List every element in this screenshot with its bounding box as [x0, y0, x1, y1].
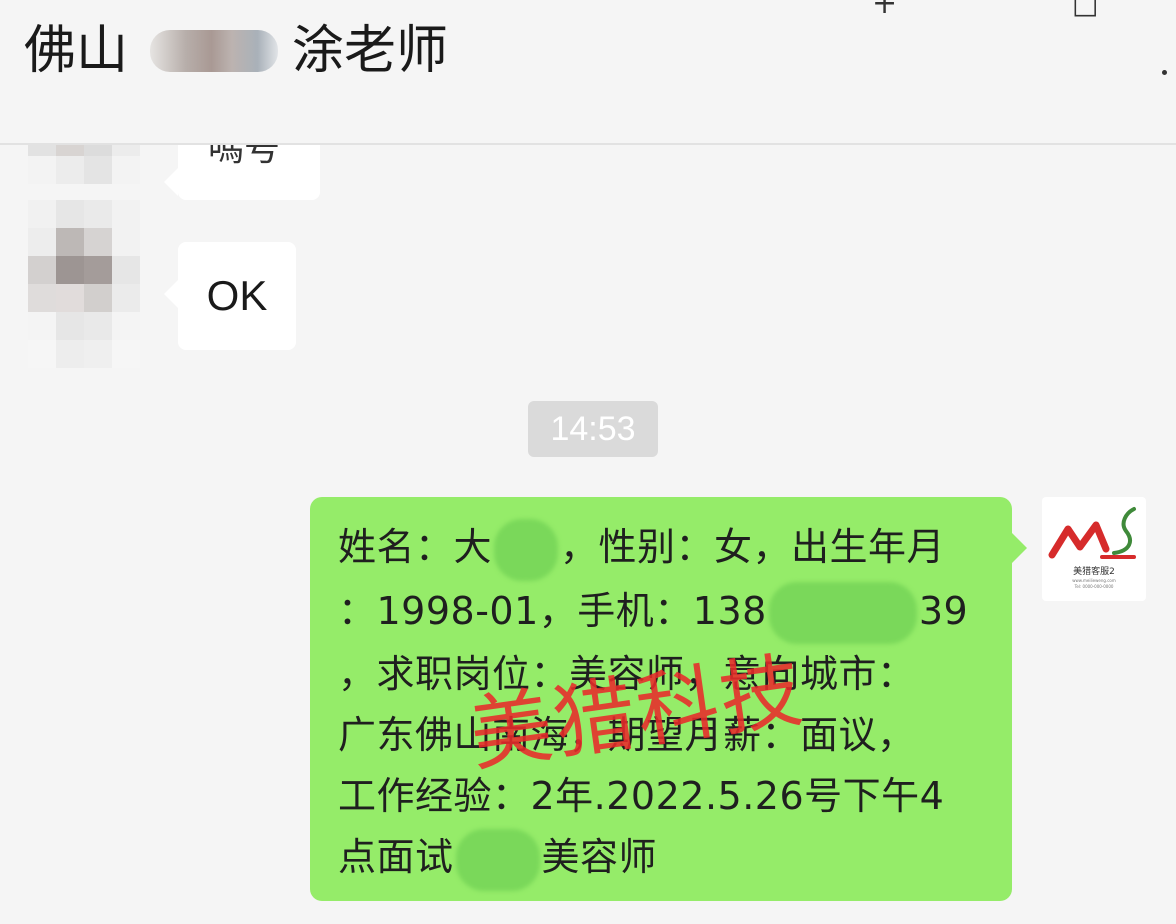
sent-message-line-6: 点面试 美容师: [338, 827, 988, 891]
sent-text-segment: 39: [918, 588, 969, 633]
received-message-2[interactable]: OK: [164, 242, 296, 350]
message-timestamp: 14:53: [528, 401, 658, 457]
chat-title-prefix: 佛山: [24, 21, 129, 81]
sent-message-line-2: ：1998-01，手机：138 39: [338, 581, 988, 644]
more-options-icon[interactable]: [1162, 70, 1167, 75]
sent-text-segment: ：1998-01，手机：138: [338, 588, 767, 633]
maximize-icon[interactable]: □: [1072, 0, 1098, 18]
redacted-contact-name: [150, 30, 279, 72]
sent-text-segment: ，性别：女，出生年月: [560, 525, 946, 569]
sent-text-segment: 姓名：大: [338, 525, 493, 569]
chat-title: 佛山 涂老师: [24, 18, 448, 84]
redacted-name: [494, 518, 559, 581]
logo-phone: Tel: 0000-000-0000: [1074, 584, 1114, 589]
received-message-text: OK: [206, 272, 268, 319]
sent-message-line-1: 姓名：大 ，性别：女，出生年月: [338, 517, 988, 581]
logo-caption: 美猎客服2: [1073, 567, 1115, 577]
logo-mark-icon: [1048, 507, 1136, 559]
pin-icon[interactable]: +: [872, 0, 897, 19]
redacted-store: [455, 828, 540, 891]
contact-avatar-2[interactable]: [28, 200, 140, 368]
sender-avatar-logo[interactable]: 美猎客服2 www.meilieweng.com Tel: 0000-000-0…: [1042, 497, 1146, 601]
sent-text-segment: 点面试: [338, 835, 454, 879]
sent-message-line-5: 工作经验：2年.2022.5.26号下午4: [338, 774, 945, 818]
sent-text-segment: 美容师: [541, 835, 658, 879]
chat-header: 佛山 涂老师 + □: [0, 0, 1176, 145]
chat-title-suffix: 涂老师: [292, 21, 449, 81]
